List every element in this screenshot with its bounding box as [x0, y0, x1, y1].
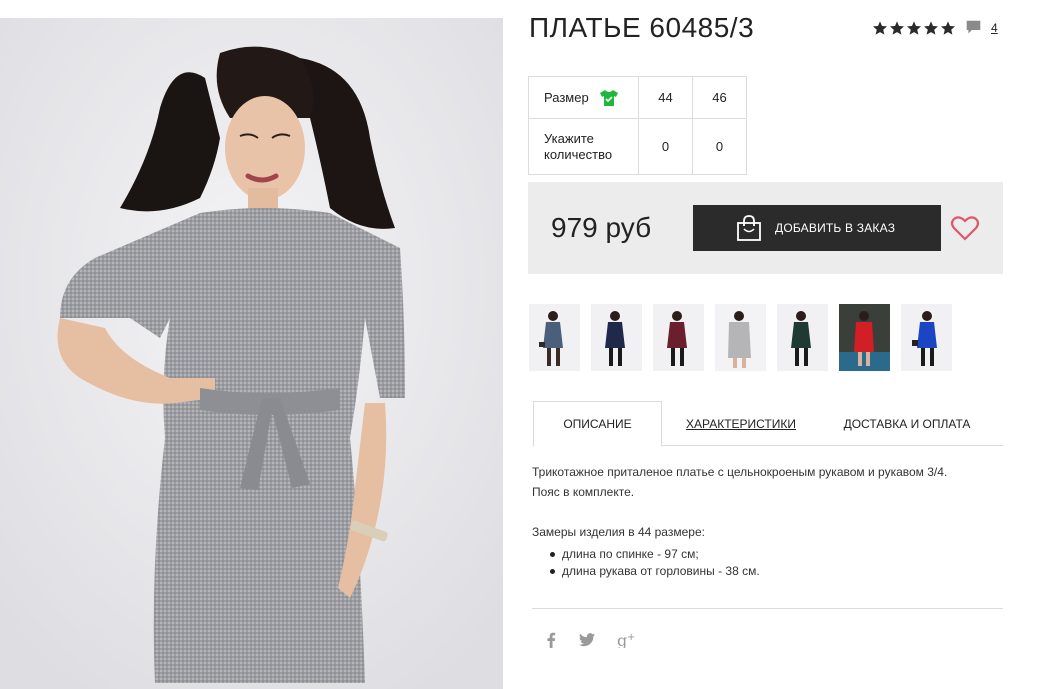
quantity-label-line: Укажите — [544, 130, 594, 146]
social-share: g + — [545, 632, 659, 648]
variant-thumbnail-navy[interactable] — [591, 304, 642, 371]
measurements-list: длина по спинке - 97 см; длина рукава от… — [532, 546, 1007, 580]
comment-icon[interactable] — [965, 19, 982, 36]
review-count-link[interactable]: 4 — [991, 21, 998, 35]
star-icon — [923, 20, 939, 36]
quantity-label-cell: Укажите количество — [528, 118, 639, 175]
twitter-icon[interactable] — [579, 633, 595, 647]
product-info-tabs: ОПИСАНИЕ ХАРАКТЕРИСТИКИ ДОСТАВКА И ОПЛАТ… — [533, 401, 1003, 447]
size-label: Размер — [544, 89, 589, 105]
description-text: Пояс в комплекте. — [532, 485, 635, 499]
product-main-photo[interactable] — [0, 18, 503, 689]
variant-thumbnail-royal-blue[interactable] — [901, 304, 952, 371]
product-description: Трикотажное приталеное платье с цельнокр… — [532, 462, 1007, 580]
product-title: ПЛАТЬЕ 60485/3 — [529, 12, 755, 43]
svg-text:+: + — [627, 632, 635, 643]
heart-icon[interactable] — [950, 214, 980, 242]
tab-delivery-payment[interactable]: ДОСТАВКА И ОПЛАТА — [833, 401, 981, 446]
variant-thumbnail-burgundy[interactable] — [653, 304, 704, 371]
color-variants — [529, 304, 963, 371]
list-item: длина по спинке - 97 см; — [550, 546, 1007, 563]
variant-thumbnail-blue-grey[interactable] — [529, 304, 580, 371]
quantity-input[interactable]: 0 — [638, 118, 693, 175]
size-option[interactable]: 46 — [692, 76, 747, 119]
tab-description[interactable]: ОПИСАНИЕ — [533, 401, 662, 447]
variant-thumbnail-red[interactable] — [839, 304, 890, 371]
quantity-label-line: количество — [544, 146, 613, 162]
size-label-cell: Размер — [528, 76, 639, 119]
star-icon — [872, 20, 888, 36]
shopping-bag-icon — [735, 214, 763, 242]
measurements-title: Замеры изделия в 44 размере: — [532, 525, 705, 539]
quantity-input[interactable]: 0 — [692, 118, 747, 175]
variant-thumbnail-grey[interactable] — [715, 304, 766, 371]
add-to-order-label: ДОБАВИТЬ В ЗАКАЗ — [775, 221, 896, 235]
list-item: длина рукава от горловины - 38 см. — [550, 563, 1007, 580]
divider — [532, 608, 1003, 609]
size-option[interactable]: 44 — [638, 76, 693, 119]
tab-characteristics[interactable]: ХАРАКТЕРИСТИКИ — [676, 401, 806, 446]
description-text: Трикотажное приталеное платье с цельнокр… — [532, 465, 948, 479]
product-price: 979 руб — [551, 212, 652, 243]
star-icon — [906, 20, 922, 36]
star-icon — [889, 20, 905, 36]
size-chart-shirt-icon[interactable] — [599, 89, 619, 107]
google-plus-icon[interactable]: g + — [617, 632, 637, 648]
quantity-row: Укажите количество 0 0 — [528, 118, 747, 175]
size-row: Размер 44 46 — [528, 76, 747, 119]
variant-thumbnail-dark-green[interactable] — [777, 304, 828, 371]
product-rating[interactable]: 4 — [872, 19, 998, 36]
svg-text:g: g — [617, 632, 627, 648]
add-to-order-button[interactable]: ДОБАВИТЬ В ЗАКАЗ — [693, 205, 941, 251]
purchase-panel: 979 руб ДОБАВИТЬ В ЗАКАЗ — [528, 182, 1003, 274]
star-icon — [940, 20, 956, 36]
size-table: Размер 44 46 Укажите количество 0 0 — [528, 76, 747, 175]
facebook-icon[interactable] — [545, 632, 557, 648]
